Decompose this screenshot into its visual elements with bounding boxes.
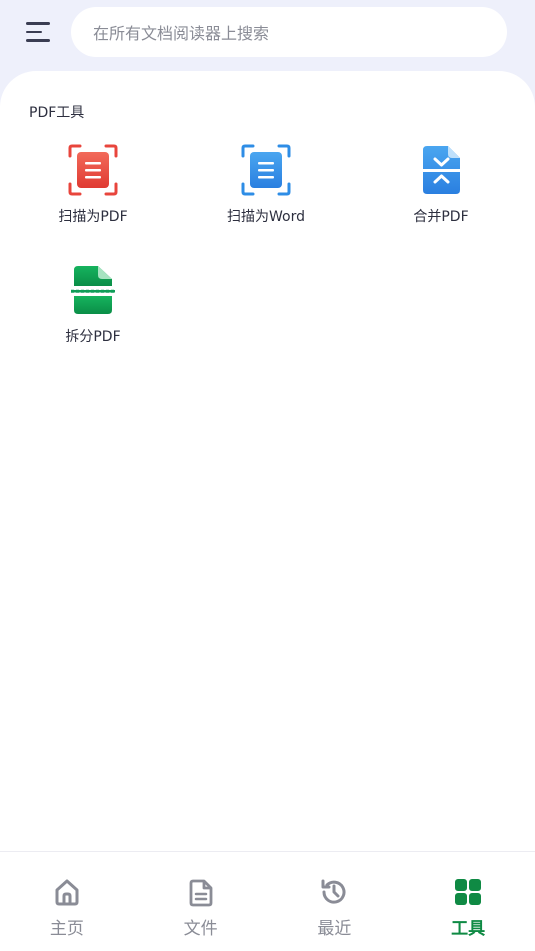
tool-label: 合并PDF xyxy=(413,209,469,225)
scan-to-pdf-icon xyxy=(68,144,118,196)
nav-label: 最近 xyxy=(317,919,352,939)
nav-label: 主页 xyxy=(49,919,84,939)
scan-to-word-icon xyxy=(241,144,291,196)
search-input[interactable]: 在所有文档阅读器上搜索 xyxy=(71,7,507,57)
merge-pdf-icon xyxy=(423,146,460,194)
nav-recent[interactable]: 最近 xyxy=(268,852,402,951)
split-pdf-icon xyxy=(71,266,115,314)
nav-label: 文件 xyxy=(183,919,218,939)
bottom-nav: 主页 文件 最近 工具 xyxy=(0,851,535,951)
nav-file[interactable]: 文件 xyxy=(134,852,268,951)
tool-scan-to-pdf[interactable]: 扫描为PDF xyxy=(23,144,163,244)
tool-scan-to-word[interactable]: 扫描为Word xyxy=(196,144,336,244)
tool-split-pdf[interactable]: 拆分PDF xyxy=(23,264,163,364)
tool-merge-pdf[interactable]: 合并PDF xyxy=(371,144,511,244)
section-title: PDF工具 xyxy=(29,105,85,121)
nav-home[interactable]: 主页 xyxy=(0,852,134,951)
tools-panel: PDF工具 扫描为PDF 扫描为Word 合并PDF 拆分PDF xyxy=(0,71,535,851)
tools-grid-icon xyxy=(455,879,482,905)
history-icon xyxy=(321,879,346,904)
top-bar: 在所有文档阅读器上搜索 xyxy=(0,0,535,72)
nav-label: 工具 xyxy=(451,919,486,939)
menu-icon[interactable] xyxy=(26,18,58,46)
tool-label: 拆分PDF xyxy=(65,329,121,345)
tool-label: 扫描为PDF xyxy=(58,209,128,225)
home-icon xyxy=(55,879,79,906)
nav-tools[interactable]: 工具 xyxy=(401,852,535,951)
search-placeholder: 在所有文档阅读器上搜索 xyxy=(93,24,270,43)
tool-label: 扫描为Word xyxy=(227,209,305,225)
file-icon xyxy=(189,879,213,907)
